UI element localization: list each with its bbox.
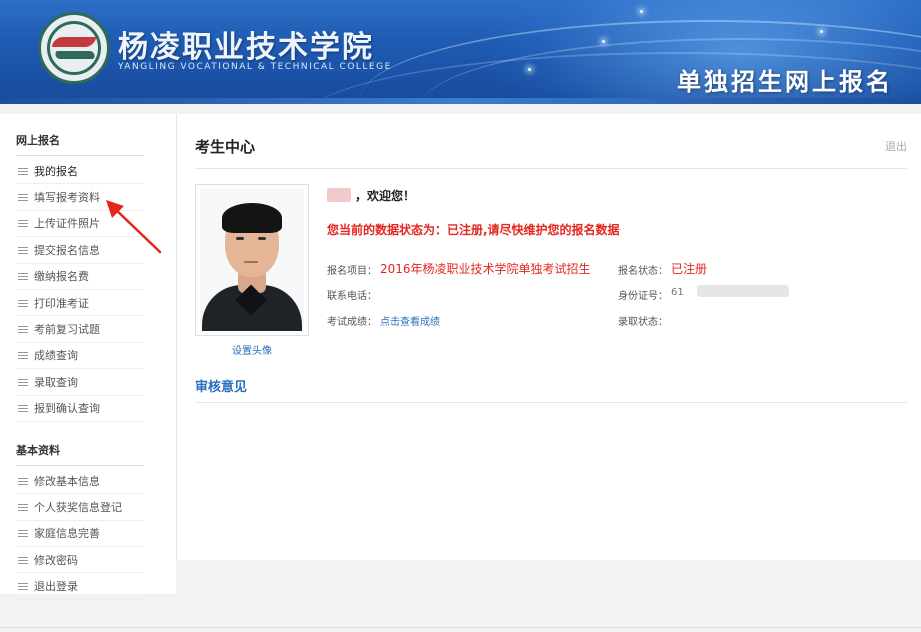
set-avatar-link[interactable]: 设置头像 [195, 342, 309, 357]
sidebar-item-print-ticket[interactable]: 打印准考证 [16, 290, 144, 317]
sidebar-item-label: 我的报名 [34, 164, 78, 178]
banner-strip [0, 98, 921, 104]
welcome-text: ，欢迎您！ [355, 189, 416, 203]
list-icon [18, 167, 28, 175]
sidebar-item-pay-fee[interactable]: 缴纳报名费 [16, 264, 144, 290]
sidebar-item-label: 考前复习试题 [34, 323, 100, 337]
list-icon [18, 378, 28, 386]
list-icon [18, 219, 28, 228]
list-icon [18, 351, 28, 360]
sidebar-group-title: 网上报名 [16, 132, 144, 156]
avatar [195, 184, 309, 336]
list-icon [18, 503, 28, 511]
sidebar-item-label: 缴纳报名费 [34, 270, 89, 284]
list-icon [18, 477, 28, 485]
sidebar-item-my-registration[interactable]: 我的报名 [16, 158, 144, 185]
phone-label: 联系电话： [327, 291, 377, 302]
sidebar-item-label: 填写报考资料 [34, 191, 100, 205]
sidebar: 网上报名 我的报名 填写报考资料 上传证件照片 提交报名信息 缴纳报名费 打印准… [0, 114, 176, 600]
sidebar-item-admission-query[interactable]: 录取查询 [16, 369, 144, 396]
sidebar-item-label: 成绩查询 [34, 349, 78, 363]
school-name-cn: 杨凌职业技术学院 [118, 30, 374, 65]
banner-sparkle [602, 40, 605, 43]
id-value: 61 [671, 287, 684, 298]
banner-sparkle [640, 10, 643, 13]
id-label: 身份证号： [618, 291, 668, 302]
list-icon [18, 556, 28, 564]
header-banner: 杨凌职业技术学院 YANGLING VOCATIONAL & TECHNICAL… [0, 0, 921, 104]
main-panel: 考生中心 退出 设置头像 ，欢迎您！ 您当前的数据状态为：已注册,请尽快维护您的… [176, 114, 921, 560]
admission-label: 录取状态： [618, 317, 668, 328]
review-section-title: 审核意见 [195, 380, 248, 395]
sidebar-item-label: 报到确认查询 [34, 402, 100, 416]
view-score-link[interactable]: 点击查看成绩 [380, 313, 440, 328]
project-value: 2016年杨凌职业技术学院单独考试招生 [380, 262, 591, 276]
redacted-name [327, 188, 351, 202]
logo-wave-green [53, 51, 97, 59]
annotation-arrow-icon [106, 200, 162, 254]
list-icon [18, 404, 28, 413]
sidebar-item-edit-basic-info[interactable]: 修改基本信息 [16, 468, 144, 495]
sidebar-item-logout[interactable]: 退出登录 [16, 573, 144, 600]
sidebar-item-award-registration[interactable]: 个人获奖信息登记 [16, 494, 144, 521]
sidebar-item-family-info[interactable]: 家庭信息完善 [16, 521, 144, 548]
list-icon [18, 582, 28, 591]
project-label: 报名项目： [327, 266, 377, 277]
redacted-id [697, 285, 789, 297]
sidebar-item-label: 家庭信息完善 [34, 527, 100, 541]
banner-sparkle [820, 30, 823, 33]
sidebar-item-checkin-query[interactable]: 报到确认查询 [16, 396, 144, 422]
divider [195, 168, 907, 169]
photo-eye [236, 237, 244, 240]
photo-hair [222, 203, 282, 233]
photo-eye [258, 237, 266, 240]
sidebar-item-label: 打印准考证 [34, 296, 89, 310]
sidebar-item-label: 退出登录 [34, 580, 78, 594]
sidebar-item-label: 提交报名信息 [34, 243, 100, 257]
footer-divider [0, 627, 921, 628]
status-value: 已注册 [671, 262, 708, 276]
avatar-photo [200, 189, 304, 331]
school-name-en: YANGLING VOCATIONAL & TECHNICAL COLLEGE [118, 62, 392, 72]
sidebar-item-label: 录取查询 [34, 375, 78, 389]
list-icon [18, 193, 28, 202]
list-icon [18, 325, 28, 334]
list-icon [18, 272, 28, 281]
sidebar-group-title: 基本资料 [16, 442, 144, 466]
logo-wave-red [51, 37, 97, 47]
list-icon [18, 299, 28, 307]
portal-title: 单独招生网上报名 [677, 68, 893, 96]
sidebar-item-label: 上传证件照片 [34, 217, 100, 231]
photo-mouth [244, 261, 258, 263]
school-logo [38, 12, 110, 84]
list-icon [18, 246, 28, 254]
sidebar-item-label: 修改密码 [34, 553, 78, 567]
sidebar-item-label: 个人获奖信息登记 [34, 500, 122, 514]
sidebar-item-change-password[interactable]: 修改密码 [16, 547, 144, 574]
sidebar-item-label: 修改基本信息 [34, 474, 100, 488]
logo-ring [47, 21, 101, 75]
sidebar-item-score-query[interactable]: 成绩查询 [16, 343, 144, 370]
list-icon [18, 529, 28, 538]
banner-sparkle [528, 68, 531, 71]
status-label: 报名状态： [618, 266, 668, 277]
data-status-message: 您当前的数据状态为：已注册,请尽快维护您的报名数据 [327, 223, 620, 237]
score-label: 考试成绩： [327, 317, 377, 328]
sidebar-item-review-questions[interactable]: 考前复习试题 [16, 316, 144, 343]
divider [195, 402, 907, 403]
logout-link[interactable]: 退出 [885, 138, 907, 154]
page-title: 考生中心 [195, 138, 256, 156]
